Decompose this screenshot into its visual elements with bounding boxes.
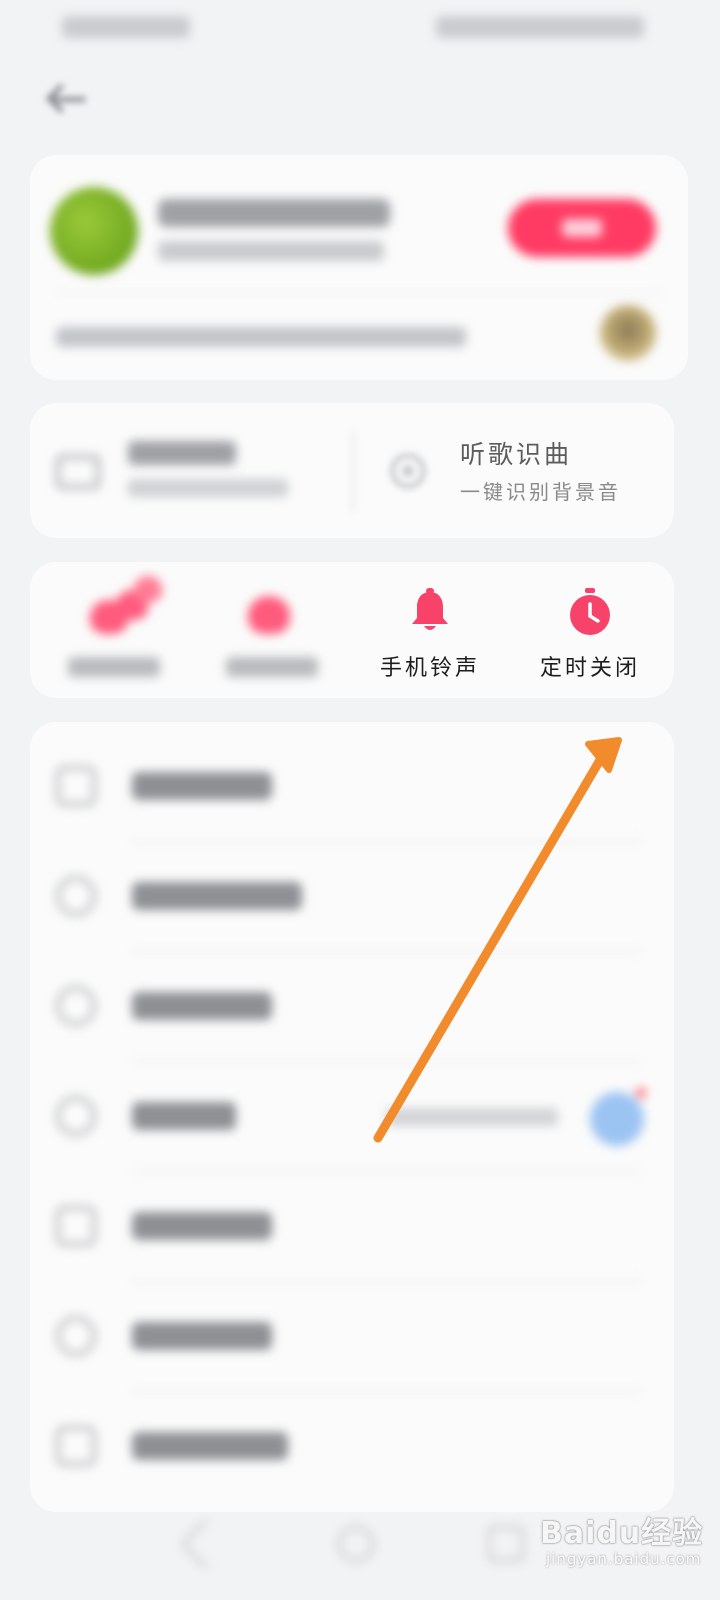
quick-action-timer[interactable]: 定时关闭	[510, 562, 670, 698]
notification-dot	[636, 1088, 646, 1098]
menu-list	[30, 722, 674, 1512]
watermark-url: jingyan.baidu.com	[546, 1550, 702, 1568]
menu-item-6-label	[132, 1322, 272, 1350]
menu-item-2-icon	[56, 876, 96, 916]
menu-item-1[interactable]	[30, 732, 674, 842]
menu-item-4[interactable]	[30, 1062, 674, 1172]
vip-button[interactable]	[508, 199, 656, 257]
nav-back-icon[interactable]	[180, 1518, 232, 1570]
recognize-song-subtitle: 一键识别背景音	[460, 480, 621, 504]
menu-item-4-label	[132, 1102, 236, 1130]
status-right-indicators	[436, 16, 644, 38]
menu-item-5[interactable]	[30, 1172, 674, 1282]
menu-item-7-label	[132, 1432, 288, 1460]
menu-item-7[interactable]	[30, 1392, 674, 1502]
heart-icon	[242, 586, 312, 638]
quick-action-2-label	[226, 657, 318, 677]
features-card: 听歌识曲 一键识别背景音	[30, 403, 674, 538]
timer-icon	[568, 588, 612, 636]
menu-item-7-icon	[56, 1426, 96, 1466]
menu-item-1-icon	[56, 766, 96, 806]
menu-item-2-label	[132, 882, 302, 910]
menu-item-4-icon	[56, 1096, 96, 1136]
watermark-logo-text: Baidu经验	[540, 1516, 704, 1551]
ringtone-label: 手机铃声	[379, 656, 480, 681]
feature-left-title	[128, 441, 236, 465]
hearts-icon	[90, 576, 162, 638]
recognize-song-title[interactable]: 听歌识曲	[460, 435, 572, 471]
timer-label: 定时关闭	[539, 656, 640, 681]
menu-item-6-icon	[56, 1316, 96, 1356]
menu-item-6[interactable]	[30, 1282, 674, 1392]
feature-divider	[352, 431, 354, 511]
menu-item-1-label	[132, 772, 272, 800]
baidu-watermark: Baidu经验 jingyan.baidu.com	[540, 1490, 710, 1590]
user-subtitle	[158, 241, 384, 261]
avatar[interactable]	[50, 187, 138, 275]
quick-action-1-label	[68, 657, 160, 677]
user-name	[158, 199, 390, 227]
back-arrow-icon[interactable]	[45, 82, 92, 116]
menu-item-5-icon	[56, 1206, 96, 1246]
feature-left[interactable]	[30, 403, 352, 538]
menu-item-4-hint	[386, 1108, 558, 1126]
badge-icon[interactable]	[600, 305, 656, 361]
feature-left-subtitle	[128, 479, 288, 497]
promo-text[interactable]	[56, 327, 466, 347]
profile-card	[30, 155, 688, 380]
nav-home-icon[interactable]	[338, 1526, 374, 1562]
status-bar	[0, 0, 720, 52]
sound-wave-icon	[386, 449, 436, 493]
divider	[56, 293, 666, 294]
feature-left-icon	[56, 455, 100, 489]
menu-item-3[interactable]	[30, 952, 674, 1062]
quick-action-2[interactable]	[190, 562, 350, 698]
menu-item-3-label	[132, 992, 272, 1020]
menu-item-5-label	[132, 1212, 272, 1240]
quick-actions-card: 手机铃声 定时关闭	[30, 562, 674, 698]
nav-recents-icon[interactable]	[488, 1526, 524, 1562]
menu-item-2[interactable]	[30, 842, 674, 952]
quick-action-1[interactable]	[30, 562, 190, 698]
bell-icon	[408, 588, 452, 636]
status-left-indicators	[62, 16, 190, 38]
menu-item-3-icon	[56, 986, 96, 1026]
menu-item-4-avatar	[590, 1092, 644, 1146]
quick-action-ringtone[interactable]: 手机铃声	[350, 562, 510, 698]
